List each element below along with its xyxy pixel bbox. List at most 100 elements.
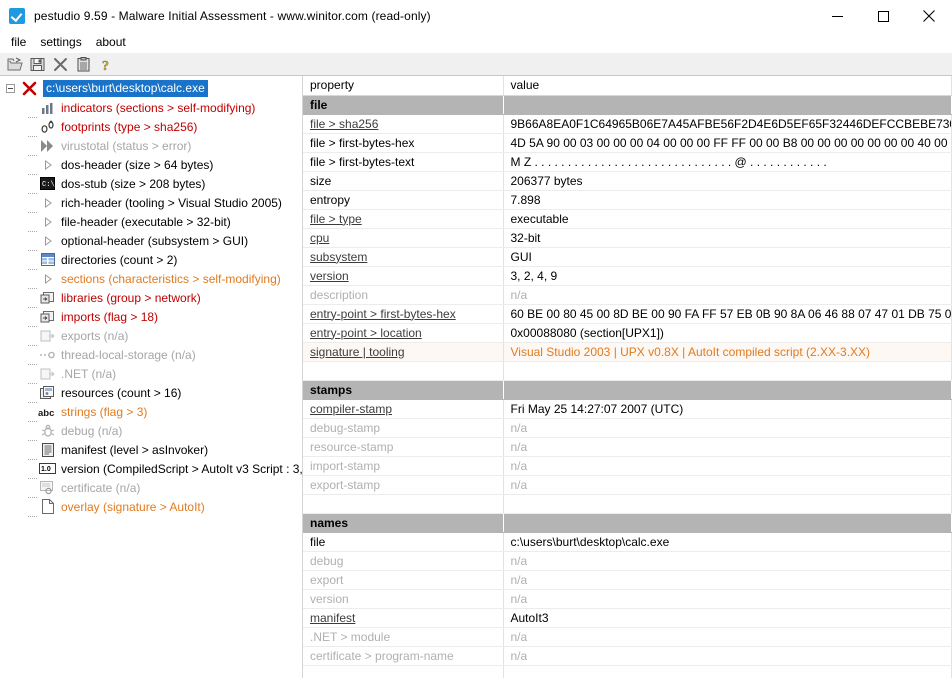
tree-item[interactable]: dos-header (size > 64 bytes) — [0, 155, 302, 175]
tree-item[interactable]: 1.0 version (CompiledScript > AutoIt v3 S… — [0, 459, 303, 479]
certificate-icon — [38, 480, 57, 496]
cell-property — [303, 361, 504, 381]
tree-item[interactable]: certificate (n/a) — [0, 478, 302, 498]
tree-item[interactable]: virustotal (status > error) — [0, 136, 302, 156]
tree-item[interactable]: abc strings (flag > 3) — [0, 402, 302, 422]
cell-value: n/a — [503, 627, 952, 647]
page-icon — [38, 499, 57, 515]
table-row[interactable]: export-stamp n/a — [303, 475, 952, 495]
table-spacer-row — [303, 665, 952, 678]
cell-value: n/a — [503, 418, 952, 438]
maximize-button[interactable] — [860, 0, 906, 32]
tree-root-node[interactable]: c:\users\burt\desktop\calc.exe — [0, 79, 302, 98]
collapse-toggle-icon[interactable] — [0, 84, 20, 93]
tls-icon — [38, 347, 57, 363]
table-row[interactable]: version 3, 2, 4, 9 — [303, 266, 952, 286]
menu-about[interactable]: about — [89, 33, 133, 52]
table-row[interactable]: certificate > program-name n/a — [303, 646, 952, 666]
table-row[interactable]: .NET > module n/a — [303, 627, 952, 647]
table-section-row[interactable]: stamps — [303, 380, 952, 400]
table-row[interactable]: file > sha256 9B66A8EA0F1C64965B06E7A45AF… — [303, 114, 952, 134]
table-header-row: property value — [303, 76, 952, 96]
tree-item[interactable]: exports (n/a) — [0, 326, 302, 346]
version-icon: 1.0 — [38, 461, 57, 477]
tree-item[interactable]: imports (flag > 18) — [0, 307, 302, 327]
cell-property: file > type — [303, 209, 504, 229]
table-row[interactable]: entry-point > location 0x00088080 (sectio… — [303, 323, 952, 343]
table-row[interactable]: debug n/a — [303, 551, 952, 571]
clipboard-icon[interactable] — [72, 54, 95, 75]
tree-item-label: sections (characteristics > self-modifyi… — [61, 271, 281, 286]
tree-item[interactable]: indicators (sections > self-modifying) — [0, 98, 302, 118]
help-icon[interactable]: ? — [95, 54, 118, 75]
cell-property: file — [303, 532, 504, 552]
triangle-icon — [38, 233, 57, 249]
table-row[interactable]: compiler-stamp Fri May 25 14:27:07 2007 (… — [303, 399, 952, 419]
open-file-button[interactable] — [3, 54, 26, 75]
table-row[interactable]: entropy 7.898 — [303, 190, 952, 210]
tree-item[interactable]: footprints (type > sha256) — [0, 117, 302, 137]
tree-item-label: optional-header (subsystem > GUI) — [61, 233, 249, 248]
tree-item[interactable]: optional-header (subsystem > GUI) — [0, 231, 302, 251]
cell-property: .NET > module — [303, 627, 504, 647]
tree-item-label: debug (n/a) — [61, 423, 123, 438]
tree-item[interactable]: resources (count > 16) — [0, 383, 302, 403]
table-row[interactable]: resource-stamp n/a — [303, 437, 952, 457]
table-row[interactable]: file > type executable — [303, 209, 952, 229]
tree-item[interactable]: .NET (n/a) — [0, 364, 302, 384]
tree-item[interactable]: directories (count > 2) — [0, 250, 302, 270]
window-controls — [814, 0, 952, 32]
tree-item[interactable]: rich-header (tooling > Visual Studio 200… — [0, 193, 302, 213]
table-row[interactable]: version n/a — [303, 589, 952, 609]
table-row[interactable]: file > first-bytes-text M Z . . . . . . .… — [303, 152, 952, 172]
tree-item-list: indicators (sections > self-modifying) fo… — [0, 98, 303, 517]
table-row[interactable]: file c:\users\burt\desktop\calc.exe — [303, 532, 952, 552]
menu-settings[interactable]: settings — [33, 33, 88, 52]
close-button[interactable] — [906, 0, 952, 32]
tree-item-label: virustotal (status > error) — [61, 138, 192, 153]
table-row[interactable]: subsystem GUI — [303, 247, 952, 267]
table-row[interactable]: cpu 32-bit — [303, 228, 952, 248]
table-row[interactable]: size 206377 bytes — [303, 171, 952, 191]
tree-item[interactable]: C:\_ dos-stub (size > 208 bytes) — [0, 174, 302, 194]
tree-item-label: directories (count > 2) — [61, 252, 178, 267]
tree-item[interactable]: file-header (executable > 32-bit) — [0, 212, 302, 232]
tree-item-label: thread-local-storage (n/a) — [61, 347, 196, 362]
tree-item-label: footprints (type > sha256) — [61, 119, 198, 134]
close-file-button[interactable] — [49, 54, 72, 75]
table-row[interactable]: debug-stamp n/a — [303, 418, 952, 438]
table-row[interactable]: file > first-bytes-hex 4D 5A 90 00 03 00 … — [303, 133, 952, 153]
table-section-row[interactable]: names — [303, 513, 952, 533]
tree-item[interactable]: manifest (level > asInvoker) — [0, 440, 302, 460]
svg-text:C:\_: C:\_ — [42, 181, 55, 189]
tree-item[interactable]: overlay (signature > AutoIt) — [0, 497, 302, 517]
svg-text:1.0: 1.0 — [41, 466, 51, 473]
cell-property: signature | tooling — [303, 342, 504, 362]
table-section-row[interactable]: file — [303, 95, 952, 115]
column-header-value[interactable]: value — [503, 76, 952, 96]
property-table-pane[interactable]: property value file file > sha256 9B66A8EA… — [303, 76, 952, 678]
table-row[interactable]: signature | tooling Visual Studio 2003 | … — [303, 342, 952, 362]
tree-item-label: version (CompiledScript > AutoIt v3 Scri… — [61, 461, 303, 476]
table-row[interactable]: entry-point > first-bytes-hex 60 BE 00 80… — [303, 304, 952, 324]
minimize-button[interactable] — [814, 0, 860, 32]
table-row[interactable]: export n/a — [303, 570, 952, 590]
menu-file[interactable]: file — [4, 33, 33, 52]
save-button[interactable] — [26, 54, 49, 75]
import-icon — [38, 309, 57, 325]
table-row[interactable]: manifest AutoIt3 — [303, 608, 952, 628]
tree-item-label: exports (n/a) — [61, 328, 129, 343]
cell-property: size — [303, 171, 504, 191]
tree-item[interactable]: sections (characteristics > self-modifyi… — [0, 269, 302, 289]
cell-property: debug — [303, 551, 504, 571]
table-row[interactable]: description n/a — [303, 285, 952, 305]
column-header-property[interactable]: property — [303, 76, 504, 96]
tree-view[interactable]: c:\users\burt\desktop\calc.exe indicator… — [0, 76, 303, 678]
cell-property: import-stamp — [303, 456, 504, 476]
tree-item[interactable]: libraries (group > network) — [0, 288, 302, 308]
tree-item[interactable]: debug (n/a) — [0, 421, 302, 441]
tree-item[interactable]: thread-local-storage (n/a) — [0, 345, 302, 365]
table-row[interactable]: import-stamp n/a — [303, 456, 952, 476]
cell-property: compiler-stamp — [303, 399, 504, 419]
cell-property — [303, 665, 504, 678]
